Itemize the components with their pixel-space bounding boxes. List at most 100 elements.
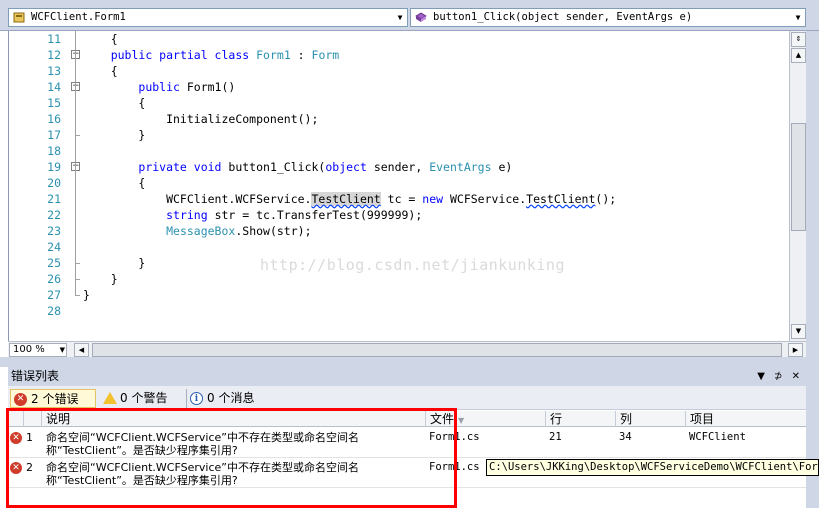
code-token: TestClient bbox=[311, 192, 381, 206]
code-line[interactable]: 22 string str = tc.TransferTest(999999); bbox=[9, 207, 790, 223]
messages-filter-label: 0 个消息 bbox=[207, 391, 255, 405]
column-header-description[interactable]: 说明 bbox=[42, 411, 426, 427]
outline-guide bbox=[75, 31, 76, 295]
error-row[interactable]: ✕ 1 命名空间“WCFClient.WCFService”中不存在类型或命名空… bbox=[8, 428, 806, 458]
code-text[interactable]: public Form1() bbox=[83, 79, 235, 95]
class-selector-dropdown[interactable]: WCFClient.Form1 ▼ bbox=[8, 8, 408, 27]
code-token: e) bbox=[491, 160, 513, 174]
error-list-filter-bar: ✕ 2 个错误 0 个警告 i 0 个消息 bbox=[8, 386, 806, 410]
error-list-title: 错误列表 bbox=[11, 369, 60, 383]
code-token: } bbox=[83, 272, 118, 286]
editor-vertical-scrollbar[interactable]: ⇕ ▲ ▼ bbox=[789, 31, 806, 341]
code-text[interactable]: } bbox=[83, 127, 145, 143]
scroll-up-icon[interactable]: ▲ bbox=[791, 48, 806, 63]
line-number: 25 bbox=[47, 256, 61, 270]
code-token: WCFClient.WCFService. bbox=[83, 192, 312, 206]
outline-end-mark bbox=[75, 263, 80, 264]
scrollbar-thumb[interactable] bbox=[92, 343, 782, 357]
code-line[interactable]: 23 MessageBox.Show(str); bbox=[9, 223, 790, 239]
code-text[interactable]: } bbox=[83, 287, 90, 303]
code-text[interactable]: private void button1_Click(object sender… bbox=[83, 159, 512, 175]
code-token: private void bbox=[138, 160, 222, 174]
code-text[interactable]: { bbox=[83, 31, 118, 47]
scroll-left-icon[interactable]: ◀ bbox=[74, 343, 89, 357]
code-line[interactable]: 28 bbox=[9, 303, 790, 319]
code-line[interactable]: 24 bbox=[9, 239, 790, 255]
chevron-down-icon[interactable]: ▼ bbox=[393, 9, 407, 26]
member-selector-value: button1_Click(object sender, EventArgs e… bbox=[433, 11, 693, 23]
code-line[interactable]: 21 WCFClient.WCFService.TestClient tc = … bbox=[9, 191, 790, 207]
code-text[interactable]: { bbox=[83, 63, 118, 79]
code-text[interactable]: } bbox=[83, 255, 145, 271]
info-icon: i bbox=[190, 392, 203, 405]
error-icon: ✕ bbox=[14, 393, 27, 406]
code-line[interactable]: 18 bbox=[9, 143, 790, 159]
column-header-column[interactable]: 列 bbox=[616, 411, 686, 427]
editor-horizontal-scrollbar[interactable]: 100 % ▼ ◀ ▶ bbox=[8, 341, 806, 357]
code-editor[interactable]: 11 {12 public partial class Form1 : Form… bbox=[8, 31, 789, 341]
warnings-filter-button[interactable]: 0 个警告 bbox=[100, 389, 184, 408]
error-description: 命名空间“WCFClient.WCFService”中不存在类型或命名空间名称“… bbox=[46, 431, 359, 457]
code-token: Form1() bbox=[179, 80, 236, 94]
column-header-icon[interactable] bbox=[8, 411, 24, 427]
code-token: Form1 bbox=[256, 48, 291, 62]
code-token: (); bbox=[595, 192, 617, 206]
code-line[interactable]: 15 { bbox=[9, 95, 790, 111]
split-icon[interactable]: ⇕ bbox=[791, 32, 806, 47]
code-line[interactable]: 16 InitializeComponent(); bbox=[9, 111, 790, 127]
code-text[interactable]: WCFClient.WCFService.TestClient tc = new… bbox=[83, 191, 616, 207]
code-line[interactable]: 13 { bbox=[9, 63, 790, 79]
line-number: 17 bbox=[47, 128, 61, 142]
error-icon: ✕ bbox=[10, 432, 22, 444]
code-token: } bbox=[83, 288, 90, 302]
code-line[interactable]: 17 } bbox=[9, 127, 790, 143]
messages-filter-button[interactable]: i 0 个消息 bbox=[186, 389, 270, 408]
code-token: InitializeComponent(); bbox=[83, 112, 319, 126]
line-number: 11 bbox=[47, 32, 61, 46]
file-path-tooltip: C:\Users\JKKing\Desktop\WCFServiceDemo\W… bbox=[486, 459, 819, 476]
code-line[interactable]: 11 { bbox=[9, 31, 790, 47]
line-number: 20 bbox=[47, 176, 61, 190]
code-line[interactable]: 14 public Form1() bbox=[9, 79, 790, 95]
panel-tool-buttons[interactable]: ▼ ⊅ ✕ bbox=[757, 367, 803, 386]
panel-splitter[interactable] bbox=[0, 357, 806, 367]
code-token: public bbox=[138, 80, 180, 94]
line-number: 13 bbox=[47, 64, 61, 78]
code-text[interactable]: MessageBox.Show(str); bbox=[83, 223, 312, 239]
window-edge bbox=[806, 31, 819, 508]
code-token: str = tc.TransferTest(999999); bbox=[207, 208, 423, 222]
column-header-project[interactable]: 项目 bbox=[686, 411, 806, 427]
code-token: .Show(str); bbox=[235, 224, 312, 238]
member-selector-dropdown[interactable]: button1_Click(object sender, EventArgs e… bbox=[410, 8, 806, 27]
chevron-down-icon[interactable]: ▼ bbox=[791, 9, 805, 26]
code-line[interactable]: 20 { bbox=[9, 175, 790, 191]
code-token: sender, bbox=[366, 160, 430, 174]
code-token: new bbox=[422, 192, 444, 206]
outline-end-mark bbox=[75, 279, 80, 280]
scrollbar-thumb[interactable] bbox=[791, 123, 806, 231]
outline-end-mark bbox=[75, 295, 80, 296]
code-text[interactable]: InitializeComponent(); bbox=[83, 111, 318, 127]
code-text[interactable]: string str = tc.TransferTest(999999); bbox=[83, 207, 422, 223]
class-selector-value: WCFClient.Form1 bbox=[31, 11, 126, 23]
line-number: 24 bbox=[47, 240, 61, 254]
code-line[interactable]: 12 public partial class Form1 : Form bbox=[9, 47, 790, 63]
column-header-file[interactable]: 文件 ▼ bbox=[426, 411, 546, 427]
code-line[interactable]: 27} bbox=[9, 287, 790, 303]
code-text[interactable]: public partial class Form1 : Form bbox=[83, 47, 340, 63]
code-token: { bbox=[83, 96, 146, 110]
chevron-down-icon[interactable]: ▼ bbox=[60, 344, 65, 356]
column-header-index[interactable] bbox=[24, 411, 42, 427]
code-text[interactable]: } bbox=[83, 271, 118, 287]
code-line[interactable]: 19 private void button1_Click(object sen… bbox=[9, 159, 790, 175]
line-number: 19 bbox=[47, 160, 61, 174]
scroll-down-icon[interactable]: ▼ bbox=[791, 324, 806, 339]
column-header-line[interactable]: 行 bbox=[546, 411, 616, 427]
code-text[interactable]: { bbox=[83, 175, 145, 191]
code-text[interactable]: { bbox=[83, 95, 145, 111]
scroll-right-icon[interactable]: ▶ bbox=[788, 343, 803, 357]
errors-filter-button[interactable]: ✕ 2 个错误 bbox=[10, 389, 96, 408]
zoom-dropdown[interactable]: 100 % ▼ bbox=[9, 343, 67, 357]
